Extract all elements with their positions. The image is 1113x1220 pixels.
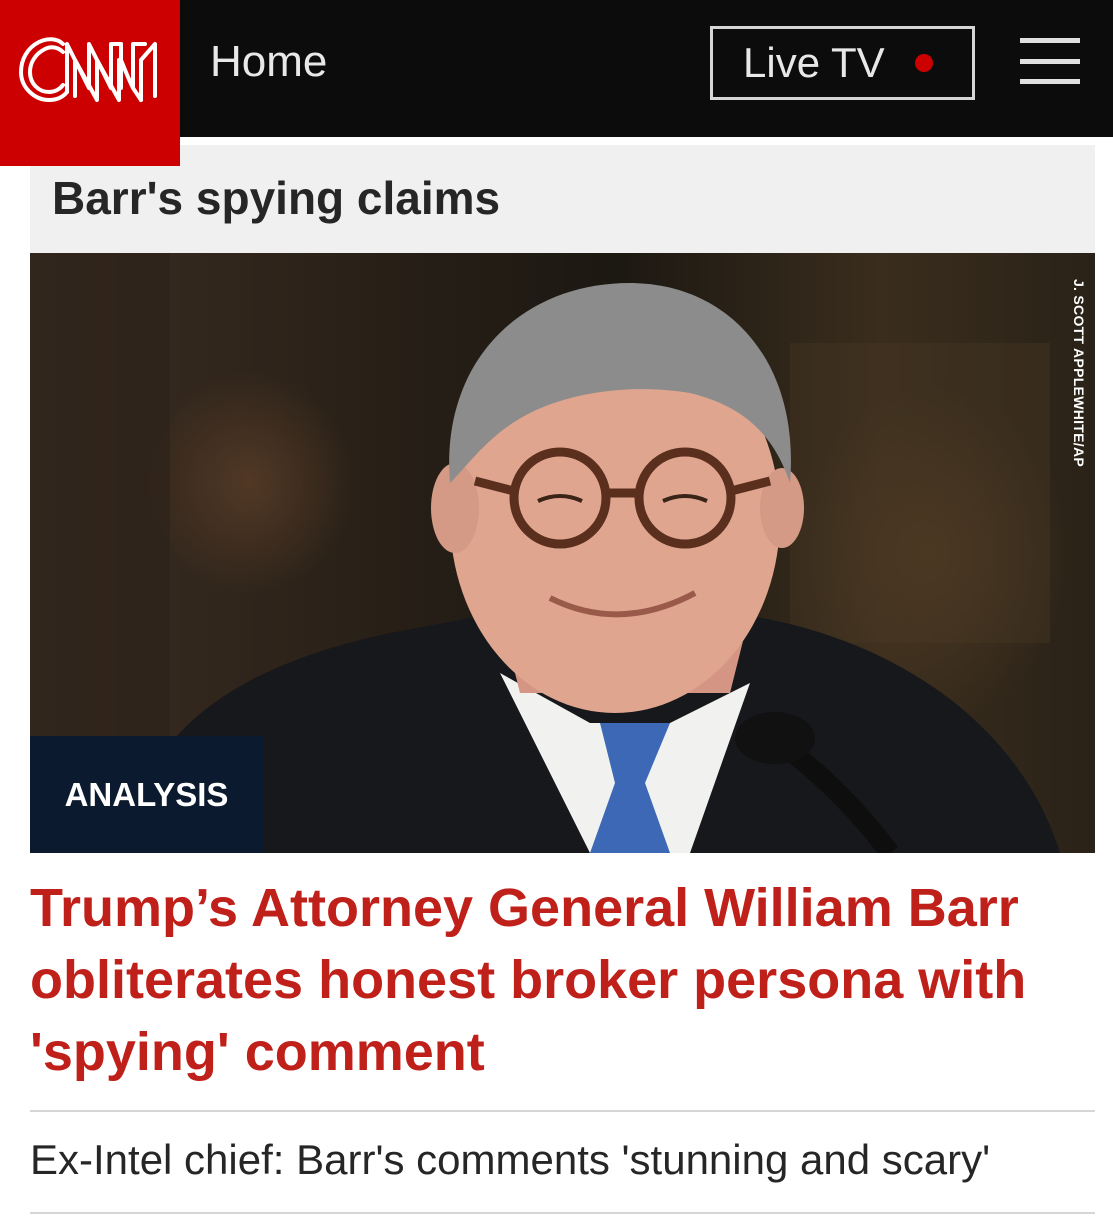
section-header: Barr's spying claims [30, 145, 1095, 253]
hero-image[interactable]: J. SCOTT APPLEWHITE/AP ANALYSIS [30, 253, 1095, 853]
analysis-badge: ANALYSIS [30, 736, 263, 853]
home-link[interactable]: Home [210, 36, 327, 88]
cnn-logo[interactable] [0, 0, 180, 166]
cnn-logo-mark [19, 37, 157, 102]
menu-icon-bar [1020, 79, 1080, 84]
live-tv-label: Live TV [743, 39, 885, 86]
photo-credit-text: J. SCOTT APPLEWHITE/AP [1071, 278, 1087, 468]
live-tv-button[interactable]: Live TV [710, 26, 975, 100]
live-dot-icon [914, 54, 933, 72]
divider [30, 1110, 1095, 1112]
related-link[interactable]: Ex-Intel chief: Barr's comments 'stunnin… [30, 1136, 990, 1184]
menu-icon-bar [1020, 38, 1080, 43]
menu-icon[interactable] [1020, 38, 1080, 84]
section-title[interactable]: Barr's spying claims [52, 171, 500, 225]
photo-credit: J. SCOTT APPLEWHITE/AP [1071, 263, 1087, 483]
top-nav-bar: Home Live TV [0, 0, 1113, 166]
article-headline[interactable]: Trump’s Attorney General William Barr ob… [30, 872, 1090, 1088]
menu-icon-bar [1020, 58, 1080, 64]
divider [30, 1212, 1095, 1214]
